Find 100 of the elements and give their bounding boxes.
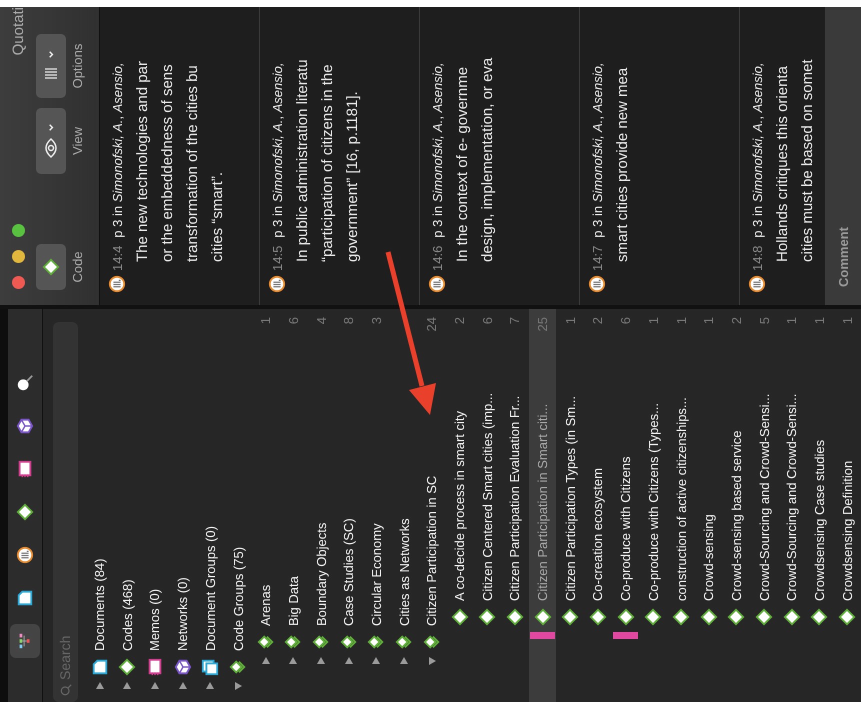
diamond-icon: [450, 608, 469, 626]
tree-item[interactable]: construction of active citizenships... 1: [667, 309, 695, 702]
disclosure-triangle-icon[interactable]: [316, 656, 326, 666]
tree-item[interactable]: Crowdsensing Case studies 1: [806, 309, 834, 702]
count-label: 1: [258, 317, 274, 324]
tree-item[interactable]: Case Studies (SC) 8: [334, 309, 363, 702]
quotation-icon: [16, 546, 34, 564]
toolbar-button[interactable]: [10, 624, 40, 658]
tree-item[interactable]: Networks (0): [168, 309, 196, 702]
tree-item[interactable]: Codes (468): [113, 309, 142, 702]
comment-label: Comment: [836, 227, 851, 287]
tree-item[interactable]: Arenas 1: [252, 309, 280, 702]
document-icon: [90, 658, 109, 676]
disclosure-triangle-icon[interactable]: [399, 656, 410, 666]
tree-label: Crowd-sensing: [701, 513, 716, 601]
quotation-icon: [588, 275, 606, 293]
stacked-diamond-icon: [256, 633, 275, 651]
diamond-icon: [755, 608, 774, 626]
disclosure-triangle-icon[interactable]: [426, 656, 437, 666]
tree-item[interactable]: Cities as Networks: [390, 309, 418, 702]
tree-label: Codes (468): [120, 578, 135, 651]
quotation-id: 14:6: [430, 246, 444, 271]
tree-item[interactable]: Citizen Participation Types (in Sm... 1: [556, 309, 584, 702]
quotation-id: 14:7: [590, 246, 604, 271]
count-label: 4: [314, 317, 329, 324]
search-icon: [16, 374, 34, 392]
tree-label: Code Groups (75): [230, 546, 246, 651]
quotation-id: 14:8: [750, 246, 764, 271]
tree-item[interactable]: Crowd-sensing 1: [694, 309, 723, 702]
count-label: 2: [728, 317, 744, 324]
chevron-icon: [46, 124, 56, 132]
tree-label: Co-produce with Citizens: [618, 455, 634, 601]
stacked-diamond-icon: [229, 658, 248, 676]
tree-item[interactable]: Citizen Participation in SC 24: [418, 309, 446, 702]
disclosure-triangle-icon[interactable]: [150, 681, 160, 691]
tree-item[interactable]: Citizen Participation Evaluation Fr... 7: [501, 309, 529, 702]
count-label: 6: [618, 317, 634, 324]
zoom-button[interactable]: [12, 224, 24, 237]
disclosure-triangle-icon[interactable]: [288, 656, 298, 666]
disclosure-triangle-icon[interactable]: [205, 681, 216, 691]
tree-item[interactable]: Crowdsensing Definition 1: [833, 309, 861, 702]
stacked-diamond-icon: [284, 633, 302, 651]
disclosure-triangle-icon[interactable]: [260, 656, 271, 666]
quotation-text: In the context of e- governme design, implementation, or eva: [453, 56, 497, 262]
tree-item[interactable]: A co-decide process in smart city 2: [446, 309, 474, 702]
tree-item[interactable]: Memos (0): [141, 309, 169, 702]
tree-item[interactable]: Citizen Participation in Smart citi... 25: [528, 309, 556, 702]
tree-label: Crowd-sensing based service: [728, 429, 744, 601]
tree-item[interactable]: Boundary Objects 4: [307, 309, 335, 702]
quotation-source: p 3 in Simonofski, A., Asensio,: [110, 62, 124, 238]
view-button[interactable]: [36, 108, 66, 174]
tree-label: Citizen Participation Types (in Sm...: [562, 395, 578, 601]
eye-icon: [44, 138, 58, 158]
stacked-diamond-icon: [422, 633, 441, 651]
tree-label: Citizen Participation in SC: [424, 474, 440, 626]
tree-item[interactable]: Co-produce with Citizens (Types... 1: [640, 309, 668, 702]
quotation-icon: [428, 275, 446, 293]
tree-label: Citizen Participation Evaluation Fr...: [507, 394, 522, 601]
diamond-icon: [616, 608, 635, 626]
tree-item[interactable]: Co-creation ecosystem 2: [584, 309, 612, 702]
tree-label: Crowd-Sourcing and Crowd-Sensi...: [756, 392, 772, 601]
diamond-icon: [672, 608, 690, 626]
quotation-text: The new technologies and par or the embeddedness of sens transformation of the cities bu cities “smart”.: [133, 60, 227, 262]
disclosure-triangle-icon[interactable]: [344, 656, 354, 666]
close-button[interactable]: [12, 276, 24, 289]
quotation-source: p 3 in Simonofski, A., Asensio,: [270, 62, 284, 238]
count-label: 2: [452, 317, 468, 324]
document-icon: [16, 589, 34, 607]
code-button[interactable]: [36, 244, 66, 290]
diamond-icon: [644, 608, 662, 626]
tree-item[interactable]: Big Data 6: [280, 309, 308, 702]
count-label: 1: [784, 317, 800, 324]
tree-label: Arenas: [258, 584, 274, 626]
tree-label: Case Studies (SC): [341, 517, 356, 626]
tree-item[interactable]: Co-produce with Citizens 6: [612, 309, 640, 702]
tree-item[interactable]: Crowd-Sourcing and Crowd-Sensi... 1: [778, 309, 806, 702]
count-label: 8: [341, 317, 356, 324]
tree-item[interactable]: Crowd-Sourcing and Crowd-Sensi... 5: [750, 309, 778, 702]
count-label: 1: [674, 317, 689, 324]
count-label: 1: [840, 317, 855, 324]
tree-item[interactable]: Code Groups (75): [224, 309, 252, 702]
tree-item[interactable]: Crowd-sensing based service 2: [722, 309, 750, 702]
diamond-icon: [118, 658, 136, 676]
chevron-icon: [46, 50, 56, 60]
diamond-icon: [810, 608, 828, 626]
disclosure-triangle-icon[interactable]: [122, 681, 132, 691]
tree-label: Citizen Centered Smart cities (imp...: [480, 392, 495, 601]
disclosure-triangle-icon[interactable]: [178, 681, 188, 691]
tree-item[interactable]: Document Groups (0): [196, 309, 224, 702]
tree-item[interactable]: Circular Economy 3: [362, 309, 390, 702]
disclosure-triangle-icon[interactable]: [233, 681, 244, 691]
disclosure-triangle-icon[interactable]: [371, 656, 382, 666]
options-button[interactable]: [36, 34, 66, 98]
tree-item[interactable]: Citizen Centered Smart cities (imp... 6: [473, 309, 502, 702]
disclosure-triangle-icon[interactable]: [94, 681, 105, 691]
tree-item[interactable]: Documents (84): [86, 309, 114, 702]
button-label: View: [70, 127, 85, 155]
diamond-icon: [16, 503, 34, 521]
minimize-button[interactable]: [12, 250, 24, 263]
quotation-text: In public administration literatu “participation of citizens in the government” [16, p.1181].: [293, 58, 362, 262]
